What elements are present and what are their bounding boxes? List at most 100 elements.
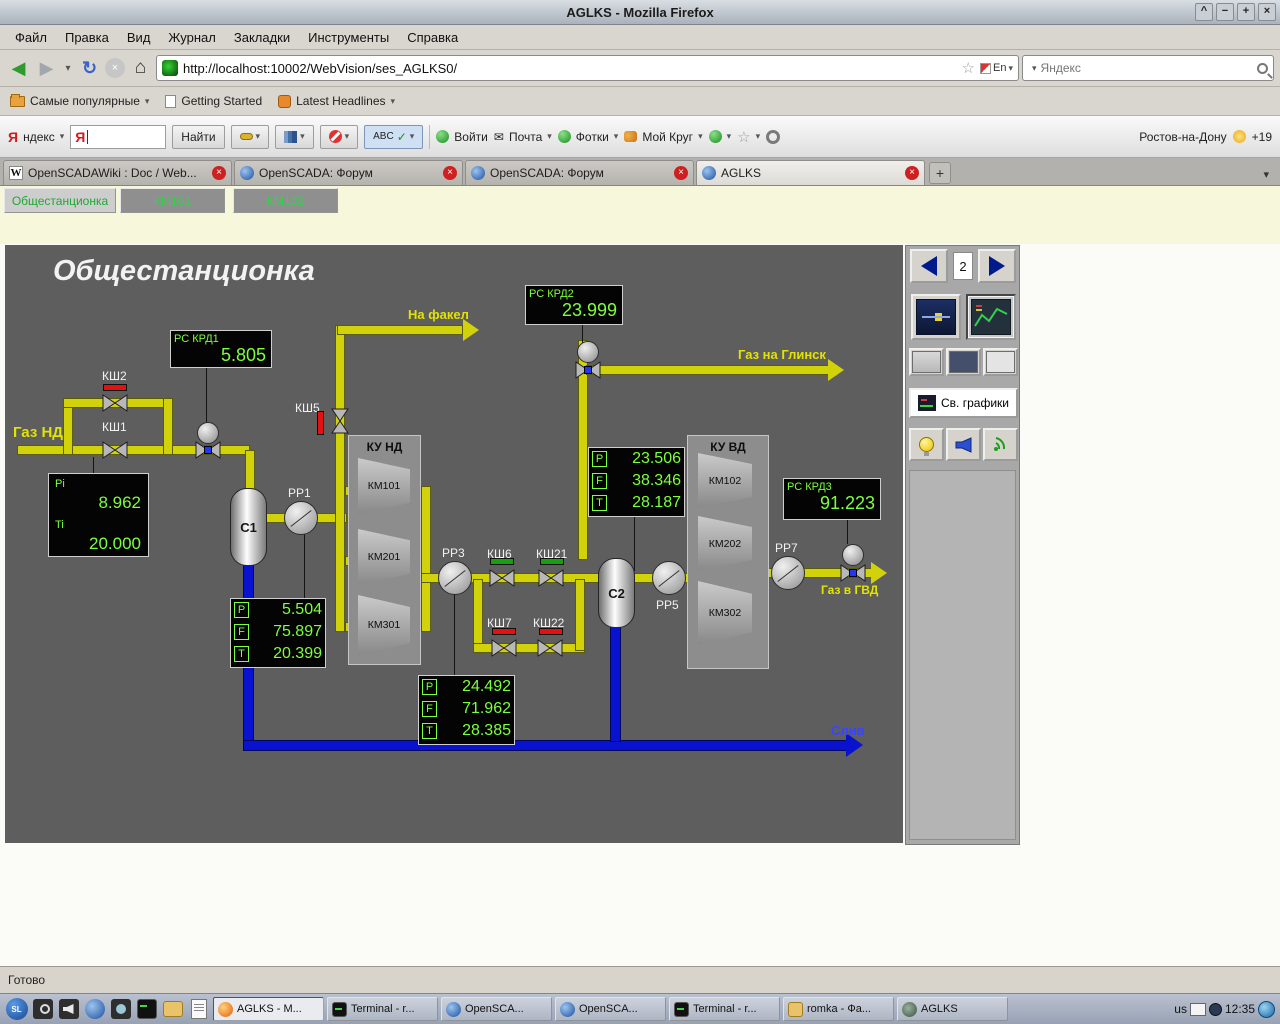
- tab-close-icon[interactable]: ×: [674, 166, 688, 180]
- tab-openscada-forum-1[interactable]: OpenSCADA: Форум ×: [234, 160, 463, 185]
- mail-button[interactable]: ✉ Почта ▾: [494, 130, 552, 144]
- valve-ksh21[interactable]: [538, 569, 564, 587]
- menu-help[interactable]: Справка: [398, 27, 467, 48]
- panel-thumbnail-document[interactable]: [911, 294, 961, 340]
- home-icon[interactable]: ⌂: [128, 56, 153, 81]
- search-input[interactable]: [1041, 61, 1253, 75]
- clock[interactable]: 12:35: [1225, 1002, 1255, 1016]
- taskbar-window-romka[interactable]: romka - Фа...: [783, 997, 894, 1021]
- panel-thumbnail-mimic-1[interactable]: [909, 348, 944, 376]
- browser-launcher[interactable]: [83, 998, 106, 1021]
- lock-launcher[interactable]: [31, 998, 54, 1021]
- stats-menu-button[interactable]: ▾: [275, 125, 314, 149]
- maximize-button[interactable]: +: [1237, 3, 1255, 21]
- bookmark-getting-started[interactable]: Getting Started: [165, 94, 262, 108]
- search-icon[interactable]: [1257, 63, 1268, 74]
- valve-ksh1[interactable]: [102, 441, 128, 459]
- bookmark-most-popular[interactable]: Самые популярные ▾: [10, 94, 149, 108]
- scada-tab-km101[interactable]: КМ101: [120, 188, 225, 213]
- close-button[interactable]: ×: [1258, 3, 1276, 21]
- gallery-button[interactable]: ▾: [709, 130, 732, 143]
- menu-file[interactable]: Файл: [6, 27, 56, 48]
- block-menu-button[interactable]: ▾: [320, 125, 359, 149]
- control-valve-krd2[interactable]: [577, 341, 599, 363]
- scada-tab-obshestancionka[interactable]: Общестанционка: [4, 188, 116, 213]
- yandex-query-input[interactable]: Я: [70, 125, 166, 149]
- valve-ksh7[interactable]: [491, 639, 517, 657]
- valve-ksh5[interactable]: [331, 408, 349, 434]
- menu-tools[interactable]: Инструменты: [299, 27, 398, 48]
- panel-thumbnail-graphs[interactable]: [966, 294, 1016, 340]
- shade-button[interactable]: ^: [1195, 3, 1213, 21]
- taskbar-window-terminal-2[interactable]: Terminal - r...: [669, 997, 780, 1021]
- favorites-button[interactable]: ☆▾: [737, 128, 760, 146]
- menu-bookmarks[interactable]: Закладки: [225, 27, 299, 48]
- signal-button[interactable]: [983, 428, 1018, 461]
- engine-dropdown-icon[interactable]: ▾: [1032, 63, 1037, 74]
- reload-icon[interactable]: ↻: [77, 56, 102, 81]
- moi-krug-button[interactable]: Мой Круг ▾: [624, 130, 702, 144]
- regulator-pp5[interactable]: [652, 561, 686, 595]
- panel-thumbnail-mimic-3[interactable]: [983, 348, 1018, 376]
- files-launcher[interactable]: [161, 998, 184, 1021]
- regulator-pp3[interactable]: [438, 561, 472, 595]
- spellcheck-button[interactable]: ABC ✓ ▾: [364, 125, 423, 149]
- bookmark-star-icon[interactable]: ☆: [962, 59, 975, 77]
- taskbar-window-openscada-2[interactable]: OpenSCA...: [555, 997, 666, 1021]
- list-all-tabs-icon[interactable]: ▾: [1255, 168, 1277, 181]
- start-menu-button[interactable]: SL: [5, 998, 28, 1021]
- taskbar-window-terminal-1[interactable]: Terminal - r...: [327, 997, 438, 1021]
- lamp-button[interactable]: [909, 428, 944, 461]
- show-desktop-icon[interactable]: [1190, 1003, 1206, 1016]
- weather-city[interactable]: Ростов-на-Дону: [1139, 130, 1226, 144]
- search-bar[interactable]: ▾: [1022, 55, 1274, 81]
- regulator-pp1[interactable]: [284, 501, 318, 535]
- back-icon[interactable]: ◀: [6, 56, 31, 81]
- taskbar-window-aglks[interactable]: AGLKS: [897, 997, 1008, 1021]
- find-button[interactable]: Найти: [172, 125, 224, 149]
- prev-page-button[interactable]: [910, 249, 948, 283]
- free-graphs-button[interactable]: Св. графики: [909, 388, 1018, 418]
- tab-close-icon[interactable]: ×: [905, 166, 919, 180]
- tray-icon[interactable]: [1258, 1001, 1275, 1018]
- tab-aglks[interactable]: AGLKS ×: [696, 160, 925, 185]
- camera-launcher[interactable]: [109, 998, 132, 1021]
- valve-ksh2[interactable]: [102, 394, 128, 412]
- valve-ksh22[interactable]: [537, 639, 563, 657]
- taskbar-window-openscada-1[interactable]: OpenSCA...: [441, 997, 552, 1021]
- regulator-pp7[interactable]: [771, 556, 805, 590]
- translate-widget[interactable]: En ▾: [980, 62, 1013, 74]
- url-input[interactable]: [183, 61, 957, 76]
- bookmark-latest-headlines[interactable]: Latest Headlines ▾: [278, 94, 395, 108]
- yandex-brand-menu[interactable]: Яндекс ▾: [8, 129, 64, 145]
- tab-close-icon[interactable]: ×: [443, 166, 457, 180]
- horn-button[interactable]: [946, 428, 981, 461]
- tab-openscada-forum-2[interactable]: OpenSCADA: Форум ×: [465, 160, 694, 185]
- terminal-launcher[interactable]: [135, 998, 158, 1021]
- control-valve-krd3[interactable]: [842, 544, 864, 566]
- key-menu-button[interactable]: ▾: [231, 125, 270, 149]
- menu-history[interactable]: Журнал: [159, 27, 224, 48]
- login-button[interactable]: Войти: [436, 130, 488, 144]
- stop-icon[interactable]: ×: [105, 58, 125, 78]
- scada-tab-km102[interactable]: КМ102: [233, 188, 338, 213]
- photos-button[interactable]: Фотки ▾: [558, 130, 619, 144]
- menu-view[interactable]: Вид: [118, 27, 160, 48]
- gear-icon[interactable]: [766, 130, 780, 144]
- editor-launcher[interactable]: [187, 998, 210, 1021]
- minimize-button[interactable]: −: [1216, 3, 1234, 21]
- tab-close-icon[interactable]: ×: [212, 166, 226, 180]
- taskbar-window-aglks-firefox[interactable]: AGLKS - M...: [213, 997, 324, 1021]
- panel-thumbnail-mimic-2[interactable]: [946, 348, 981, 376]
- history-dropdown-icon[interactable]: ▾: [62, 56, 74, 81]
- next-page-button[interactable]: [978, 249, 1016, 283]
- keyboard-layout[interactable]: us: [1174, 1002, 1187, 1016]
- forward-icon[interactable]: ▶: [34, 56, 59, 81]
- new-tab-button[interactable]: +: [929, 162, 951, 184]
- menu-edit[interactable]: Правка: [56, 27, 118, 48]
- valve-ksh6[interactable]: [489, 569, 515, 587]
- language-dropdown-icon[interactable]: ▾: [1008, 63, 1013, 74]
- tab-openscada-wiki[interactable]: W OpenSCADAWiki : Doc / Web... ×: [3, 160, 232, 185]
- volume-launcher[interactable]: [57, 998, 80, 1021]
- url-bar[interactable]: ☆ En ▾: [156, 55, 1019, 81]
